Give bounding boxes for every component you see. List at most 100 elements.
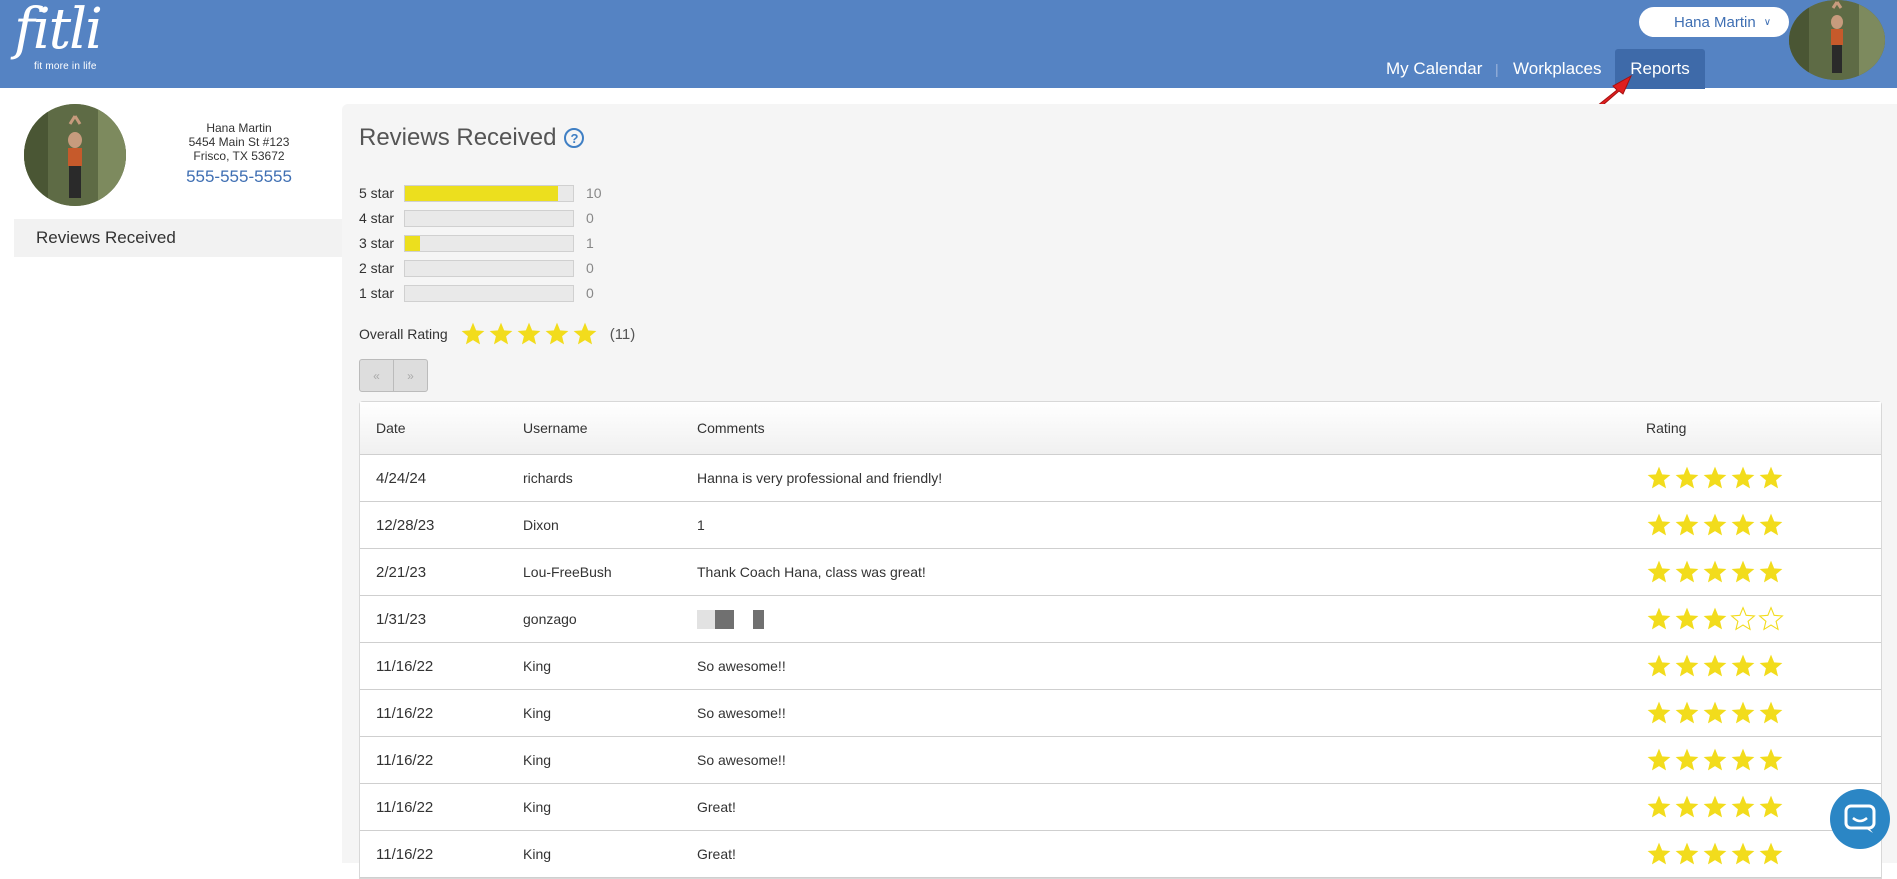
username-cell: King [523,846,552,862]
distribution-row: 2 star 0 [359,258,594,278]
rating-stars [1646,700,1784,726]
reviews-table: Date Username Comments Rating 4/24/24 ric… [359,401,1882,879]
star-filled-icon [517,322,541,345]
distribution-bar-fill [405,235,421,251]
comment-cell: So awesome!! [697,705,786,721]
star-filled-icon [1759,795,1783,818]
logo-tagline: fit more in life [34,61,97,72]
star-filled-icon [1675,795,1699,818]
star-filled-icon [489,322,513,345]
star-filled-icon [1703,748,1727,771]
date-cell: 11/16/22 [376,798,434,816]
distribution-count: 0 [586,260,594,276]
star-empty-icon [1758,606,1784,631]
table-row[interactable]: 1/31/23 gonzago [360,596,1881,643]
pager-prev-button[interactable]: « [360,360,393,391]
page-title-text: Reviews Received [359,124,557,151]
overall-rating-label: Overall Rating [359,326,448,342]
rating-stars [1646,653,1784,679]
username-cell: Dixon [523,517,559,533]
table-row[interactable]: 11/16/22 King Great! [360,831,1881,878]
comment-redacted-image [697,609,764,629]
star-filled-icon [1731,701,1755,724]
rating-stars [1646,747,1784,773]
profile-phone[interactable]: 555-555-5555 [164,167,314,187]
star-filled-icon [1647,513,1671,536]
column-header-date[interactable]: Date [376,420,406,436]
star-filled-icon [1731,466,1755,489]
help-icon[interactable]: ? [564,128,585,148]
star-filled-icon [1647,748,1671,771]
column-header-username[interactable]: Username [523,420,588,436]
star-empty-icon [1730,606,1756,631]
star-filled-icon [1647,607,1671,630]
distribution-label: 1 star [359,285,395,301]
profile-name: Hana Martin [206,121,272,135]
star-filled-icon [1647,654,1671,677]
star-filled-icon [573,322,597,345]
star-filled-icon [1675,701,1699,724]
distribution-bar [404,234,574,252]
star-filled-icon [1731,513,1755,536]
overall-rating: Overall Rating (11) [359,321,635,347]
user-avatar[interactable] [1789,0,1885,80]
table-body: 4/24/24 richards Hanna is very professiona… [360,455,1881,878]
table-row[interactable]: 2/21/23 Lou-FreeBush Thank Coach Hana, cla… [360,549,1881,596]
column-header-rating[interactable]: Rating [1646,420,1686,436]
star-filled-icon [1647,795,1671,818]
star-filled-icon [1731,842,1755,865]
star-filled-icon [1703,842,1727,865]
comment-cell: So awesome!! [697,658,786,674]
star-filled-icon [1675,513,1699,536]
distribution-count: 0 [586,210,594,226]
star-filled-icon [461,322,485,345]
table-row[interactable]: 11/16/22 King Great! [360,784,1881,831]
column-header-comments[interactable]: Comments [697,420,765,436]
rating-stars [1646,606,1784,632]
star-filled-icon [1759,748,1783,771]
main-nav: My Calendar [1386,49,1482,89]
table-row[interactable]: 11/16/22 King So awesome!! [360,643,1881,690]
chat-icon[interactable] [1830,789,1890,849]
distribution-bar [404,184,574,202]
date-cell: 1/31/23 [376,610,427,628]
star-filled-icon [1675,842,1699,865]
star-filled-icon [1675,560,1699,583]
table-row[interactable]: 11/16/22 King So awesome!! [360,690,1881,737]
username-cell: richards [523,470,573,486]
date-cell: 11/16/22 [376,751,434,769]
rating-stars [1646,559,1784,585]
star-filled-icon [1647,701,1671,724]
pager-next-button[interactable]: » [393,360,427,391]
star-filled-icon [1759,466,1783,489]
date-cell: 11/16/22 [376,704,434,722]
star-filled-icon [1759,560,1783,583]
rating-stars [1646,465,1784,491]
overall-rating-count: (11) [609,325,636,343]
username-cell: King [523,752,552,768]
user-menu-button[interactable]: Hana Martin ∨ [1639,7,1789,37]
fitli-logo[interactable]: fitli fit more in life [14,2,103,73]
distribution-bar-fill [405,185,558,201]
star-filled-icon [1703,701,1727,724]
date-cell: 12/28/23 [376,516,435,534]
table-row[interactable]: 11/16/22 King So awesome!! [360,737,1881,784]
table-row[interactable]: 4/24/24 richards Hanna is very professiona… [360,455,1881,502]
profile-info: Hana Martin 5454 Main St #123 Frisco, TX… [164,121,314,187]
distribution-row: 3 star 1 [359,233,594,253]
distribution-bar [404,259,574,277]
user-name: Hana Martin [1674,13,1756,31]
comment-cell: Thank Coach Hana, class was great! [697,564,926,580]
chevron-down-icon: ∨ [1763,16,1772,28]
nav-my-calendar[interactable]: My Calendar [1386,59,1482,79]
distribution-row: 4 star 0 [359,208,594,228]
table-row[interactable]: 12/28/23 Dixon 1 [360,502,1881,549]
star-filled-icon [1759,654,1783,677]
distribution-count: 1 [586,235,594,251]
distribution-label: 2 star [359,260,395,276]
table-header: Date Username Comments Rating [360,402,1881,455]
star-filled-icon [1647,466,1671,489]
distribution-count: 10 [586,185,602,201]
rating-stars [1646,794,1784,820]
sidebar-item-reviews-received[interactable]: Reviews Received [14,219,342,257]
